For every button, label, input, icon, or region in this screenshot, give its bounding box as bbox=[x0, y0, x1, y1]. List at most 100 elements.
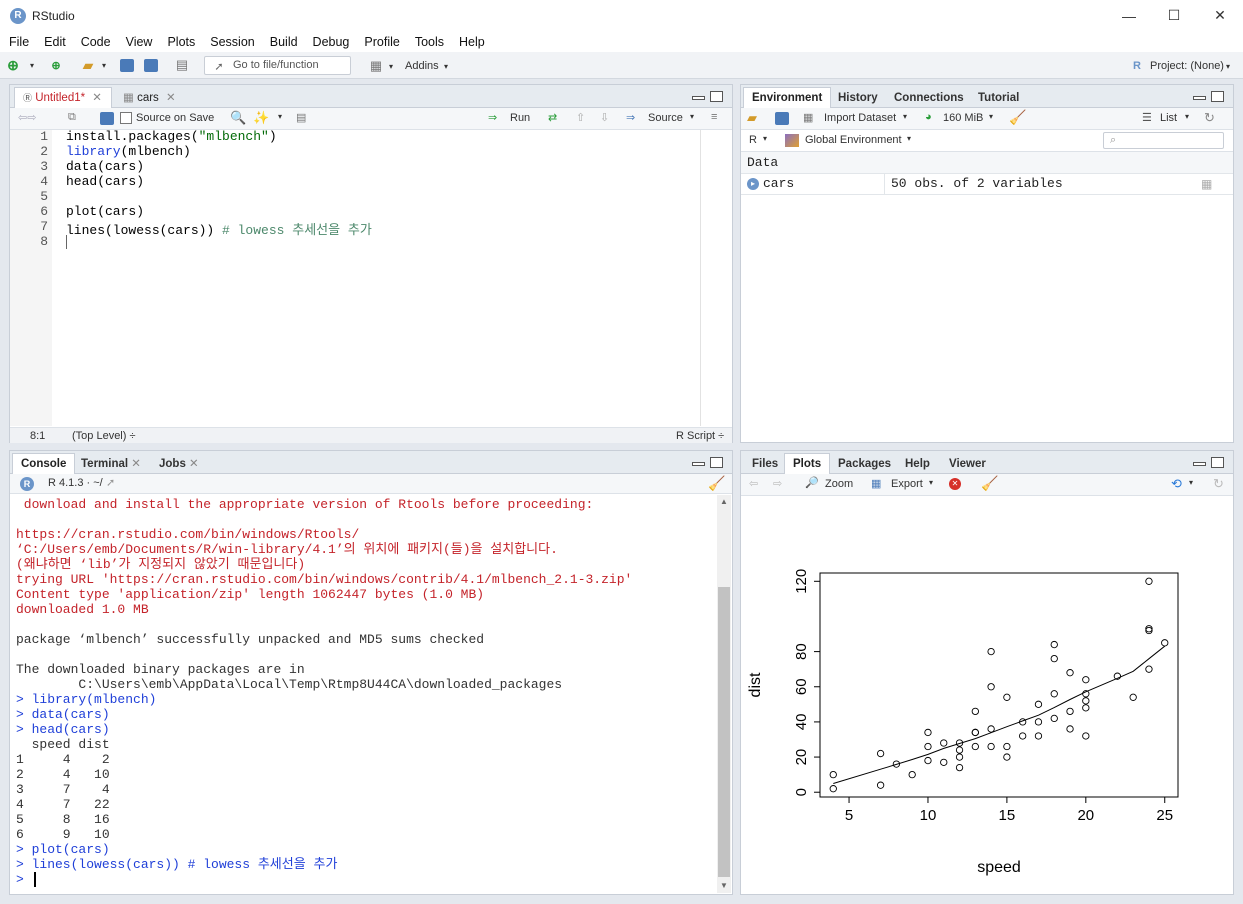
env-search-input[interactable]: ⌕ bbox=[1103, 132, 1224, 149]
source-on-save-checkbox[interactable] bbox=[120, 112, 132, 124]
outline-icon[interactable]: ≡ bbox=[711, 111, 717, 123]
open-file-icon[interactable]: ▰ bbox=[78, 55, 98, 75]
rerun-icon[interactable]: ⇄ bbox=[548, 111, 557, 124]
menu-tools[interactable]: Tools bbox=[415, 35, 444, 49]
view-mode-dropdown-icon[interactable]: ▾ bbox=[1185, 112, 1189, 121]
scope-selector[interactable]: (Top Level) ÷ bbox=[72, 430, 136, 442]
broom-icon[interactable]: 🧹 bbox=[1009, 109, 1026, 126]
maximize-button[interactable]: ☐ bbox=[1151, 0, 1197, 31]
menu-file[interactable]: File bbox=[9, 35, 29, 49]
tab-viewer[interactable]: Viewer bbox=[940, 453, 995, 474]
go-up-icon[interactable]: ⇧ bbox=[576, 111, 585, 124]
new-file-icon[interactable]: ⊕ bbox=[6, 55, 20, 75]
tab-connections[interactable]: Connections bbox=[885, 87, 973, 108]
publish-dropdown-icon[interactable]: ▾ bbox=[1189, 478, 1193, 487]
clear-plots-broom-icon[interactable]: 🧹 bbox=[981, 475, 998, 492]
tab-history[interactable]: History bbox=[829, 87, 887, 108]
addins-button[interactable]: Addins bbox=[405, 56, 439, 76]
tab-close-icon[interactable]: ✕ bbox=[131, 458, 141, 470]
console-scrollbar[interactable]: ▲ ▼ bbox=[717, 495, 731, 893]
minimize-pane-icon[interactable] bbox=[692, 462, 705, 466]
compile-report-icon[interactable]: ▤ bbox=[296, 111, 306, 124]
tab-close-icon[interactable]: ✕ bbox=[189, 458, 199, 470]
tab-packages[interactable]: Packages bbox=[829, 453, 900, 474]
save-icon[interactable] bbox=[100, 112, 114, 128]
menu-plots[interactable]: Plots bbox=[167, 35, 195, 49]
menu-debug[interactable]: Debug bbox=[313, 35, 350, 49]
environment-selector[interactable]: Global Environment bbox=[805, 134, 902, 146]
tab-terminal[interactable]: Terminal ✕ bbox=[72, 453, 150, 474]
environment-dropdown-icon[interactable]: ▾ bbox=[907, 134, 911, 143]
minimize-button[interactable]: — bbox=[1106, 0, 1152, 31]
maximize-pane-icon[interactable] bbox=[710, 457, 723, 468]
minimize-pane-icon[interactable] bbox=[1193, 96, 1206, 100]
memory-dropdown-icon[interactable]: ▾ bbox=[989, 112, 993, 121]
remove-plot-icon[interactable]: ✕ bbox=[949, 478, 961, 490]
scroll-thumb[interactable] bbox=[718, 587, 730, 877]
scroll-down-icon[interactable]: ▼ bbox=[720, 881, 728, 890]
language-selector[interactable]: R bbox=[749, 134, 757, 146]
source-dropdown-icon[interactable]: ▾ bbox=[690, 112, 694, 121]
export-button[interactable]: Export bbox=[891, 478, 923, 490]
export-dropdown-icon[interactable]: ▾ bbox=[929, 478, 933, 487]
source-button[interactable]: Source bbox=[648, 112, 683, 124]
tab-untitled1[interactable]: Ⓡ Untitled1* ✕ bbox=[14, 87, 112, 108]
workspace-panes-icon[interactable]: ▦ bbox=[366, 56, 386, 76]
menu-view[interactable]: View bbox=[126, 35, 153, 49]
save-icon[interactable] bbox=[120, 55, 134, 75]
tab-close-icon[interactable]: ✕ bbox=[92, 92, 102, 104]
code-tools-dropdown-icon[interactable]: ▾ bbox=[278, 112, 282, 121]
code-editor[interactable]: 1 install.packages("mlbench") 2 library(mlb… bbox=[10, 128, 732, 428]
close-button[interactable]: ✕ bbox=[1197, 0, 1243, 31]
import-dropdown-icon[interactable]: ▾ bbox=[903, 112, 907, 121]
project-dropdown-icon[interactable]: ▾ bbox=[1226, 56, 1230, 76]
clear-console-icon[interactable]: 🧹 bbox=[708, 475, 725, 492]
menu-session[interactable]: Session bbox=[210, 35, 254, 49]
back-arrow-icon[interactable]: ⇦⇨ bbox=[18, 111, 36, 124]
import-dataset-button[interactable]: Import Dataset bbox=[824, 112, 896, 124]
menu-code[interactable]: Code bbox=[81, 35, 111, 49]
go-to-dir-icon[interactable]: ➚ bbox=[106, 476, 115, 489]
new-file-dropdown-icon[interactable]: ▾ bbox=[28, 55, 36, 75]
menu-profile[interactable]: Profile bbox=[364, 35, 399, 49]
menu-edit[interactable]: Edit bbox=[44, 35, 66, 49]
load-workspace-icon[interactable]: ▰ bbox=[747, 110, 757, 126]
next-plot-icon[interactable]: ⇨ bbox=[773, 477, 782, 490]
tab-tutorial[interactable]: Tutorial bbox=[969, 87, 1028, 108]
tab-cars[interactable]: ▦ cars ✕ bbox=[114, 87, 188, 108]
maximize-pane-icon[interactable] bbox=[710, 91, 723, 102]
console-output[interactable]: download and install the appropriate ver… bbox=[10, 494, 716, 894]
code-tools-icon[interactable]: ✨ bbox=[253, 110, 269, 126]
env-row[interactable]: ▸ cars 50 obs. of 2 variables ▦ bbox=[741, 174, 1233, 195]
file-type-selector[interactable]: R Script ÷ bbox=[676, 430, 724, 442]
previous-plot-icon[interactable]: ⇦ bbox=[749, 477, 758, 490]
refresh-icon[interactable]: ↻ bbox=[1204, 110, 1215, 126]
project-menu[interactable]: Project: (None) bbox=[1150, 56, 1224, 76]
run-button[interactable]: Run bbox=[510, 112, 530, 124]
menu-help[interactable]: Help bbox=[459, 35, 485, 49]
scroll-up-icon[interactable]: ▲ bbox=[720, 497, 728, 506]
view-table-icon[interactable]: ▦ bbox=[1201, 177, 1212, 191]
tab-plots[interactable]: Plots bbox=[784, 453, 831, 474]
menu-build[interactable]: Build bbox=[270, 35, 298, 49]
maximize-pane-icon[interactable] bbox=[1211, 457, 1224, 468]
minimize-pane-icon[interactable] bbox=[692, 96, 705, 100]
tab-close-icon[interactable]: ✕ bbox=[166, 92, 176, 104]
go-down-icon[interactable]: ⇩ bbox=[600, 111, 609, 124]
save-workspace-icon[interactable] bbox=[775, 112, 789, 128]
view-mode-selector[interactable]: List bbox=[1160, 112, 1177, 124]
publish-icon[interactable]: ⟲ bbox=[1171, 476, 1182, 492]
tab-help[interactable]: Help bbox=[896, 453, 939, 474]
find-icon[interactable]: 🔍 bbox=[230, 110, 246, 126]
minimize-pane-icon[interactable] bbox=[1193, 462, 1206, 466]
panes-dropdown-icon[interactable]: ▾ bbox=[389, 56, 393, 76]
maximize-pane-icon[interactable] bbox=[1211, 91, 1224, 102]
print-icon[interactable]: ▤ bbox=[174, 55, 190, 75]
zoom-button[interactable]: Zoom bbox=[825, 478, 853, 490]
new-project-icon[interactable]: ⊕ bbox=[46, 55, 66, 75]
tab-jobs[interactable]: Jobs ✕ bbox=[150, 453, 208, 474]
tab-environment[interactable]: Environment bbox=[743, 87, 832, 108]
show-in-window-icon[interactable]: ⧉ bbox=[68, 111, 76, 124]
save-all-icon[interactable] bbox=[143, 55, 159, 75]
tab-files[interactable]: Files bbox=[743, 453, 787, 474]
